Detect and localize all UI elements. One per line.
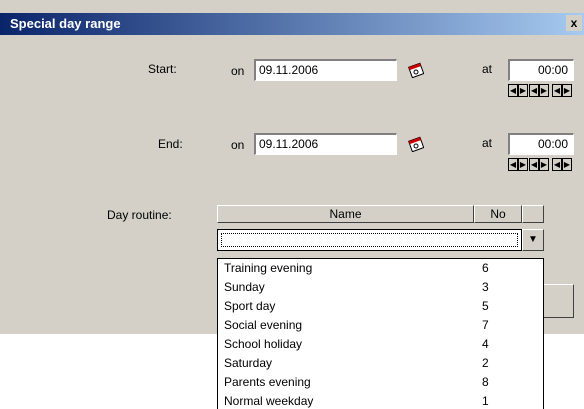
start-on-label: on: [231, 64, 245, 78]
list-item[interactable]: Sport day 5: [218, 297, 543, 316]
title-bar: Special day range x: [0, 13, 584, 35]
item-no: 8: [482, 375, 489, 389]
column-header-name[interactable]: Name: [217, 205, 474, 223]
spin-right-icon[interactable]: ▶: [539, 84, 549, 97]
item-no: 4: [482, 337, 489, 351]
dropdown-button[interactable]: ▼: [522, 229, 544, 251]
item-name: Sunday: [224, 280, 265, 294]
day-routine-combo[interactable]: [217, 229, 522, 251]
spin-right-icon[interactable]: ▶: [518, 84, 528, 97]
end-minute-spinner[interactable]: ◀ ▶: [529, 158, 549, 171]
chevron-down-icon: ▼: [528, 234, 538, 245]
list-item[interactable]: Social evening 7: [218, 316, 543, 335]
item-no: 7: [482, 318, 489, 332]
close-button[interactable]: x: [566, 15, 582, 31]
start-minute-spinner[interactable]: ◀ ▶: [529, 84, 549, 97]
spin-left-icon[interactable]: ◀: [552, 84, 562, 97]
background-button[interactable]: [540, 284, 574, 318]
spin-right-icon[interactable]: ▶: [562, 158, 572, 171]
item-name: Normal weekday: [224, 394, 314, 408]
item-no: 1: [482, 394, 489, 408]
item-name: Sport day: [224, 299, 276, 313]
spin-left-icon[interactable]: ◀: [529, 84, 539, 97]
item-name: Parents evening: [224, 375, 311, 389]
item-name: Saturday: [224, 356, 273, 370]
item-no: 3: [482, 280, 489, 294]
spin-right-icon[interactable]: ▶: [562, 84, 572, 97]
column-header-no[interactable]: No: [474, 205, 522, 223]
list-item[interactable]: School holiday 4: [218, 335, 543, 354]
start-extra-spinner[interactable]: ◀ ▶: [552, 84, 572, 97]
column-header-spacer: [522, 205, 544, 223]
dialog-title: Special day range: [10, 16, 121, 31]
end-hour-spinner[interactable]: ◀ ▶: [508, 158, 528, 171]
item-name: Training evening: [224, 261, 313, 275]
start-time-field[interactable]: 00:00: [508, 59, 574, 81]
item-no: 2: [482, 356, 489, 370]
spin-right-icon[interactable]: ▶: [518, 158, 528, 171]
end-extra-spinner[interactable]: ◀ ▶: [552, 158, 572, 171]
end-time-field[interactable]: 00:00: [508, 133, 574, 155]
spin-left-icon[interactable]: ◀: [508, 158, 518, 171]
spin-left-icon[interactable]: ◀: [529, 158, 539, 171]
spin-left-icon[interactable]: ◀: [552, 158, 562, 171]
item-no: 6: [482, 261, 489, 275]
start-at-label: at: [482, 62, 493, 76]
start-hour-spinner[interactable]: ◀ ▶: [508, 84, 528, 97]
list-item[interactable]: Training evening 6: [218, 259, 543, 278]
start-calendar-icon[interactable]: [408, 62, 424, 78]
end-label: End:: [158, 137, 183, 151]
list-item[interactable]: Normal weekday 1: [218, 392, 543, 409]
list-item[interactable]: Parents evening 8: [218, 373, 543, 392]
end-on-label: on: [231, 138, 245, 152]
start-label: Start:: [148, 62, 177, 76]
end-calendar-icon[interactable]: [408, 136, 424, 152]
end-date-field[interactable]: 09.11.2006: [254, 133, 397, 155]
end-at-label: at: [482, 136, 493, 150]
focus-rect: [221, 233, 518, 247]
item-no: 5: [482, 299, 489, 313]
spin-right-icon[interactable]: ▶: [539, 158, 549, 171]
day-routine-list[interactable]: Training evening 6 Sunday 3 Sport day 5 Soc…: [217, 258, 544, 409]
start-date-field[interactable]: 09.11.2006: [254, 59, 397, 81]
item-name: Social evening: [224, 318, 303, 332]
list-item[interactable]: Sunday 3: [218, 278, 543, 297]
spin-left-icon[interactable]: ◀: [508, 84, 518, 97]
day-routine-label: Day routine:: [107, 208, 172, 222]
item-name: School holiday: [224, 337, 303, 351]
list-item[interactable]: Saturday 2: [218, 354, 543, 373]
